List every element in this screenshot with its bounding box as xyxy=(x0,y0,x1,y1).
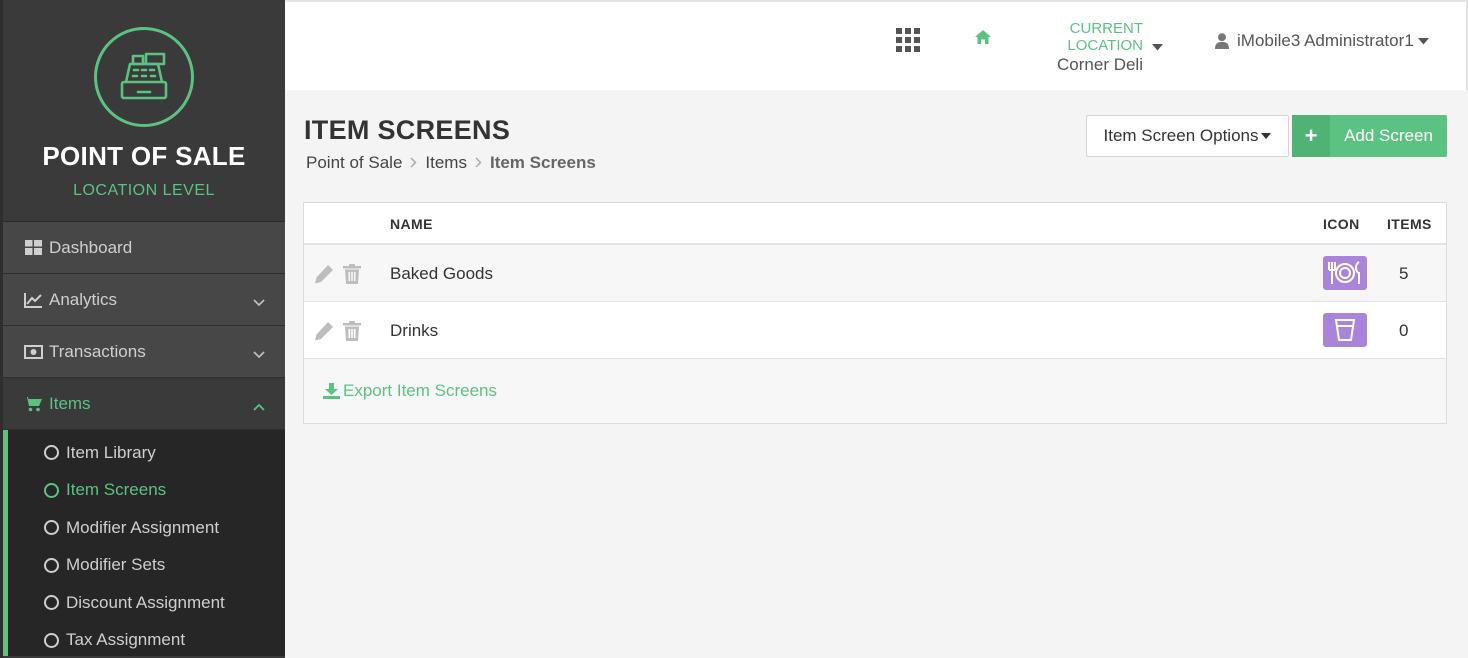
chevron-right-icon xyxy=(475,155,482,172)
row-name: Baked Goods xyxy=(390,264,494,283)
caret-down-icon xyxy=(1417,37,1429,45)
pencil-icon[interactable] xyxy=(314,264,335,289)
subitem-label: Item Screens xyxy=(66,480,167,500)
chevron-right-icon xyxy=(410,155,417,172)
export-label: Export Item Screens xyxy=(343,381,498,400)
sidebar-item-label: Dashboard xyxy=(49,237,133,257)
breadcrumb-item-screens: Item Screens xyxy=(489,153,596,172)
cash-register-icon xyxy=(94,27,194,127)
subitem-label: Modifier Assignment xyxy=(66,517,220,537)
brand-title: POINT OF SALE xyxy=(42,141,246,171)
breadcrumb-items[interactable]: Items xyxy=(425,153,467,173)
location-label: CURRENT LOCATION xyxy=(1067,20,1143,54)
subitem-label: Discount Assignment xyxy=(66,592,225,612)
table-footer: Export Item Screens xyxy=(304,359,1446,423)
chevron-down-icon xyxy=(253,344,265,364)
brand-subtitle: LOCATION LEVEL xyxy=(73,182,215,199)
money-icon xyxy=(23,343,43,361)
items-submenu: Item Library Item Screens Modifier Assig… xyxy=(3,430,285,656)
user-name: iMobile3 Administrator1 xyxy=(1237,31,1414,50)
export-item-screens-link[interactable]: Export Item Screens xyxy=(323,381,497,401)
breadcrumb-point-of-sale[interactable]: Point of Sale xyxy=(306,153,402,173)
row-actions xyxy=(314,264,361,289)
trash-icon[interactable] xyxy=(343,264,361,289)
chevron-up-icon xyxy=(253,396,265,416)
user-icon xyxy=(1215,33,1229,49)
chevron-down-icon xyxy=(253,292,265,312)
top-bar: CURRENT LOCATION Corner Deli iMobile3 Ad… xyxy=(285,0,1468,90)
sidebar-subitem-modifier-sets[interactable]: Modifier Sets xyxy=(8,547,285,585)
plus-icon: + xyxy=(1292,115,1330,157)
dashboard-icon xyxy=(23,239,43,257)
subitem-label: Item Library xyxy=(66,442,156,462)
row-name: Drinks xyxy=(390,321,439,340)
row-actions xyxy=(314,321,361,346)
circle-icon xyxy=(44,520,59,536)
item-screens-table: NAME ICON ITEMS Baked Goods 5 Drinks 0 E… xyxy=(303,202,1447,424)
item-screen-options-button[interactable]: Item Screen Options xyxy=(1086,115,1289,157)
sidebar-subitem-tax-assignment[interactable]: Tax Assignment xyxy=(8,622,285,658)
sidebar-subitem-modifier-assignment[interactable]: Modifier Assignment xyxy=(8,509,285,547)
sidebar-item-label: Analytics xyxy=(49,289,118,309)
plate-cutlery-icon xyxy=(1323,256,1367,290)
row-items-count: 5 xyxy=(1399,264,1409,283)
brand-header: POINT OF SALE LOCATION LEVEL xyxy=(3,0,285,222)
sidebar-subitem-item-library[interactable]: Item Library xyxy=(8,434,285,472)
row-items-count: 0 xyxy=(1399,321,1409,340)
line-chart-icon xyxy=(23,291,43,309)
sidebar-item-dashboard[interactable]: Dashboard xyxy=(3,222,285,274)
table-header: NAME ICON ITEMS xyxy=(304,203,1446,245)
options-label: Item Screen Options xyxy=(1103,126,1259,145)
circle-icon xyxy=(44,482,59,498)
subitem-label: Tax Assignment xyxy=(66,630,186,650)
main-content: ITEM SCREENS Point of Sale Items Item Sc… xyxy=(285,90,1468,658)
cart-icon xyxy=(23,395,43,413)
subitem-label: Modifier Sets xyxy=(66,555,166,575)
sidebar-item-label: Items xyxy=(49,393,91,413)
circle-icon xyxy=(44,632,59,648)
caret-down-icon xyxy=(1261,133,1272,139)
table-row: Baked Goods 5 xyxy=(304,245,1446,302)
trash-icon[interactable] xyxy=(343,321,361,346)
user-menu[interactable]: iMobile3 Administrator1 xyxy=(1215,31,1429,51)
location-label-row: CURRENT LOCATION xyxy=(975,20,1143,54)
breadcrumb: Point of Sale Items Item Screens xyxy=(306,153,596,173)
apps-grid-icon[interactable] xyxy=(896,28,920,57)
add-screen-button[interactable]: + Add Screen xyxy=(1292,115,1447,157)
sidebar-item-label: Transactions xyxy=(49,341,146,361)
column-header-name[interactable]: NAME xyxy=(390,216,433,232)
sidebar-item-items[interactable]: Items xyxy=(3,378,285,430)
cup-icon xyxy=(1323,313,1367,347)
column-header-icon: ICON xyxy=(1323,216,1360,232)
sidebar-item-transactions[interactable]: Transactions xyxy=(3,326,285,378)
location-selector[interactable]: CURRENT LOCATION Corner Deli xyxy=(975,20,1143,75)
circle-icon xyxy=(44,557,59,573)
sidebar-subitem-item-screens[interactable]: Item Screens xyxy=(8,472,285,510)
table-row: Drinks 0 xyxy=(304,302,1446,359)
download-icon xyxy=(323,383,340,399)
pencil-icon[interactable] xyxy=(314,321,335,346)
sidebar: POINT OF SALE LOCATION LEVEL Dashboard A… xyxy=(0,0,285,658)
circle-icon xyxy=(44,595,59,611)
location-value: Corner Deli xyxy=(1057,55,1143,74)
sidebar-item-analytics[interactable]: Analytics xyxy=(3,274,285,326)
caret-down-icon[interactable] xyxy=(1152,38,1163,56)
home-icon xyxy=(975,30,991,44)
page-title: ITEM SCREENS xyxy=(304,115,511,145)
sidebar-subitem-discount-assignment[interactable]: Discount Assignment xyxy=(8,584,285,622)
add-screen-label: Add Screen xyxy=(1344,126,1433,145)
column-header-items[interactable]: ITEMS xyxy=(1387,216,1432,232)
circle-icon xyxy=(44,445,59,461)
